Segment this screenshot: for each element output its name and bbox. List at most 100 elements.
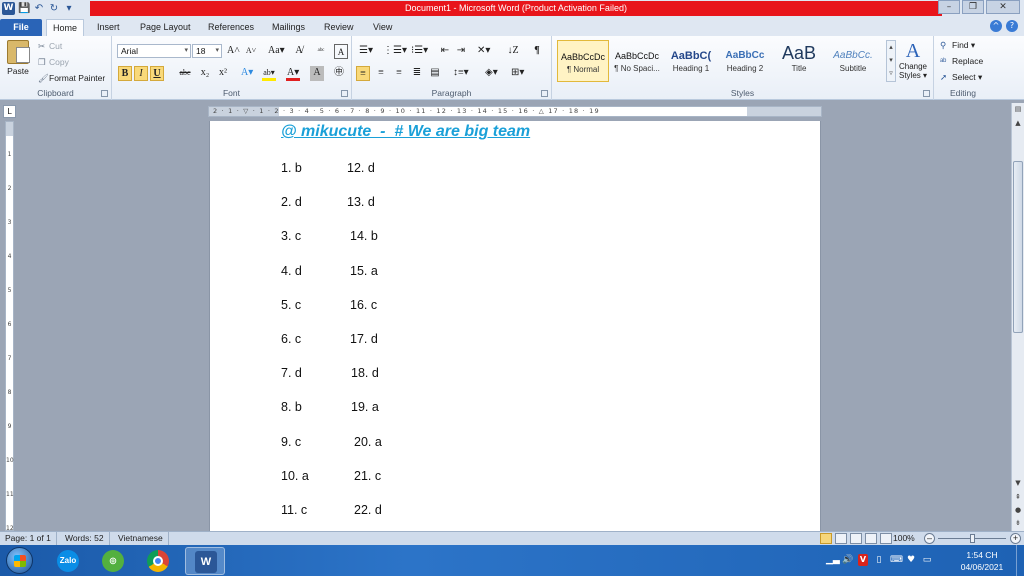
redo-icon[interactable]: ↻ <box>48 3 60 15</box>
answer-left[interactable]: 10. a <box>281 469 309 483</box>
word-count[interactable]: Words: 52 <box>60 532 110 545</box>
close-button[interactable]: ✕ <box>986 0 1020 14</box>
style-normal[interactable]: AaBbCcDc ¶ Normal <box>557 40 609 82</box>
paragraph-launcher-icon[interactable] <box>541 90 548 97</box>
answer-left[interactable]: 3. c <box>281 229 301 243</box>
tab-review[interactable]: Review <box>318 19 360 36</box>
replace-button[interactable]: ᵃᵇ Replace <box>940 54 983 69</box>
answer-right[interactable]: 22. d <box>354 503 382 517</box>
select-browse-object-icon[interactable]: ● <box>1012 504 1024 516</box>
ruler-toggle-icon[interactable]: ▤ <box>1012 103 1024 115</box>
shrink-font-button[interactable]: A˅ <box>244 44 258 59</box>
paste-button[interactable]: Paste <box>4 40 32 84</box>
font-family-select[interactable]: Arial <box>117 44 191 58</box>
zoom-slider-knob[interactable] <box>970 534 975 543</box>
select-button[interactable]: ➚ Select ▾ <box>940 70 982 85</box>
print-layout-icon[interactable] <box>820 533 832 544</box>
outline-icon[interactable] <box>865 533 877 544</box>
character-border-button[interactable]: A <box>334 44 348 59</box>
scroll-down-icon[interactable]: ▼ <box>1012 477 1024 489</box>
bullets-button[interactable]: ☰▾ <box>358 44 374 59</box>
zoom-level[interactable]: 100% <box>893 532 915 545</box>
find-button[interactable]: ⚲ Find ▾ <box>940 38 975 53</box>
answer-left[interactable]: 7. d <box>281 366 302 380</box>
help-icon[interactable]: ? <box>1006 20 1018 32</box>
word-logo-icon[interactable]: W <box>2 2 15 15</box>
undo-icon[interactable]: ↶ <box>33 3 45 15</box>
grow-font-button[interactable]: A˄ <box>226 44 241 59</box>
format-painter-button[interactable]: 🖌Format Painter <box>38 71 105 85</box>
change-case-button[interactable]: Aa▾ <box>267 44 286 59</box>
taskbar-word[interactable]: W <box>185 547 225 575</box>
style-heading-1[interactable]: AaBbC( Heading 1 <box>665 40 717 82</box>
language-indicator[interactable]: Vietnamese <box>113 532 169 545</box>
v-badge-icon[interactable]: V <box>858 554 868 566</box>
tab-selector-icon[interactable]: L <box>3 105 16 118</box>
increase-indent-button[interactable]: ⇥ <box>454 44 468 59</box>
asian-layout-button[interactable]: ✕▾ <box>476 44 491 59</box>
battery-icon[interactable]: ▯ <box>874 554 884 566</box>
customize-qat-icon[interactable]: ▾ <box>63 3 75 15</box>
vertical-ruler[interactable]: 1 2 3 4 5 6 7 8 9 10 11 12 <box>5 121 14 532</box>
multilevel-list-button[interactable]: ⁝☰▾ <box>410 44 429 59</box>
answer-right[interactable]: 18. d <box>351 366 379 380</box>
tab-file[interactable]: File <box>0 19 42 36</box>
next-page-icon[interactable]: ⇟ <box>1012 517 1024 529</box>
strikethrough-button[interactable]: abc <box>178 66 192 81</box>
style-no-spacing[interactable]: AaBbCcDc ¶ No Spaci... <box>611 40 663 82</box>
align-left-button[interactable]: ≡ <box>356 66 370 81</box>
answer-right[interactable]: 19. a <box>351 400 379 414</box>
answer-left[interactable]: 4. d <box>281 264 302 278</box>
minimize-ribbon-icon[interactable]: ^ <box>990 20 1002 32</box>
answer-right[interactable]: 21. c <box>354 469 381 483</box>
page-count[interactable]: Page: 1 of 1 <box>0 532 57 545</box>
draft-icon[interactable] <box>880 533 892 544</box>
clock[interactable]: 1:54 CH 04/06/2021 <box>952 549 1012 573</box>
full-screen-reading-icon[interactable] <box>835 533 847 544</box>
answer-left[interactable]: 5. c <box>281 298 301 312</box>
shield-icon[interactable]: ♥ <box>906 554 916 566</box>
zoom-out-button[interactable]: – <box>924 533 935 544</box>
cut-button[interactable]: ✂ Cut <box>38 39 62 53</box>
enclose-character-button[interactable]: ㊥ <box>332 66 346 81</box>
answer-right[interactable]: 14. b <box>350 229 378 243</box>
answer-left[interactable]: 9. c <box>281 435 301 449</box>
taskbar-green-app[interactable]: ◎ <box>93 547 133 575</box>
answer-left[interactable]: 2. d <box>281 195 302 209</box>
tab-insert[interactable]: Insert <box>91 19 126 36</box>
taskbar-zalo[interactable]: Zalo <box>48 547 88 575</box>
start-button[interactable] <box>6 547 33 574</box>
answer-right[interactable]: 17. d <box>350 332 378 346</box>
bold-button[interactable]: B <box>118 66 132 81</box>
change-styles-button[interactable]: A Change Styles ▾ <box>897 40 929 80</box>
underline-button[interactable]: U <box>150 66 164 81</box>
show-desktop-button[interactable] <box>1016 545 1024 576</box>
horizontal-ruler[interactable]: 2 · 1 · ▽ · 1 · 2 · 3 · 4 · 5 · 6 · 7 · … <box>208 106 822 117</box>
tab-page-layout[interactable]: Page Layout <box>134 19 197 36</box>
document-heading[interactable]: @ mikucute - # We are big team <box>281 123 530 141</box>
style-heading-2[interactable]: AaBbCc Heading 2 <box>719 40 771 82</box>
document-page[interactable]: @ mikucute - # We are big team 1. b 12. d… <box>209 121 821 531</box>
keyboard-icon[interactable]: ⌨ <box>890 554 903 566</box>
vertical-scrollbar[interactable]: ▤ ▲ ▼ ⇞ ● ⇟ <box>1011 103 1024 531</box>
numbering-button[interactable]: ⋮☰▾ <box>382 44 408 59</box>
answer-right[interactable]: 16. c <box>350 298 377 312</box>
tab-home[interactable]: Home <box>46 19 85 36</box>
justify-button[interactable]: ≣ <box>410 66 424 81</box>
restore-button[interactable]: ❐ <box>962 0 984 14</box>
copy-button[interactable]: ❐ Copy <box>38 55 69 69</box>
styles-launcher-icon[interactable] <box>923 90 930 97</box>
highlight-button[interactable]: ab▾ <box>262 66 276 81</box>
answer-left[interactable]: 8. b <box>281 400 302 414</box>
web-layout-icon[interactable] <box>850 533 862 544</box>
align-right-button[interactable]: ≡ <box>392 66 406 81</box>
clear-formatting-button[interactable]: A̸ <box>292 44 306 59</box>
distributed-button[interactable]: ▤ <box>428 66 442 81</box>
answer-right[interactable]: 13. d <box>347 195 375 209</box>
answer-right[interactable]: 20. a <box>354 435 382 449</box>
align-center-button[interactable]: ≡ <box>374 66 388 81</box>
line-spacing-button[interactable]: ↕≡▾ <box>452 66 470 81</box>
tab-references[interactable]: References <box>202 19 260 36</box>
character-shading-button[interactable]: A <box>310 66 324 81</box>
answer-left[interactable]: 1. b <box>281 161 302 175</box>
